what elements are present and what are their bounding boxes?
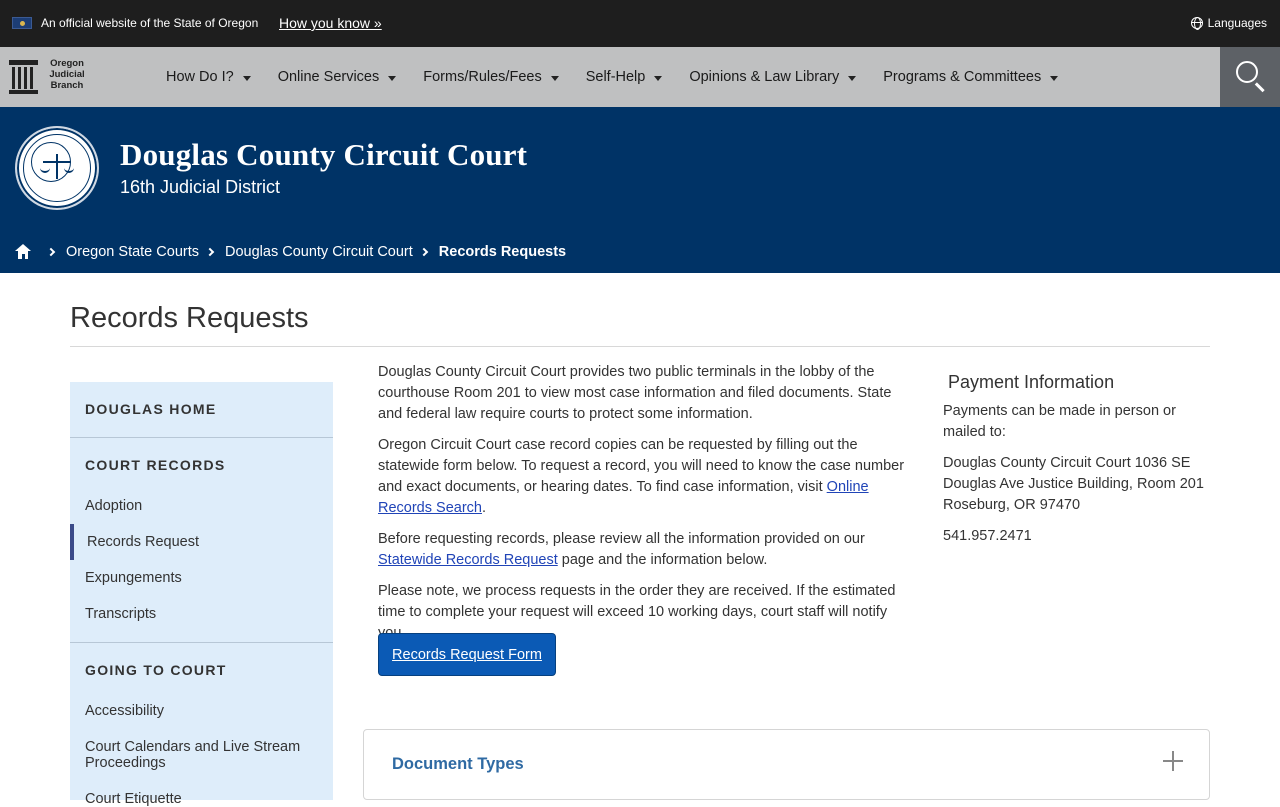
- accordion-label: Document Types: [392, 755, 524, 773]
- brand-logo-link[interactable]: Oregon Judicial Branch: [9, 57, 99, 97]
- caret-down-icon: [388, 75, 397, 81]
- search-icon: [1236, 61, 1258, 83]
- nav-item-programs-committees[interactable]: Programs & Committees: [883, 69, 1059, 85]
- payment-info: Payment Information Payments can be made…: [943, 362, 1208, 557]
- chevron-right-icon: [205, 247, 215, 257]
- chevron-right-icon: [419, 247, 429, 257]
- page-title: Records Requests: [70, 302, 309, 334]
- nav-item-self-help[interactable]: Self-Help: [586, 69, 663, 85]
- official-banner: An official website of the State of Oreg…: [0, 0, 1280, 47]
- court-title: Douglas County Circuit Court: [120, 137, 528, 172]
- sidebar-section-douglas-home[interactable]: DOUGLAS HOME: [85, 401, 217, 417]
- languages-button[interactable]: Languages: [1190, 16, 1267, 30]
- court-subtitle: 16th Judicial District: [120, 177, 281, 197]
- sidebar-item-court-calendars[interactable]: Court Calendars and Live Stream Proceedi…: [85, 739, 315, 771]
- how-you-know-link[interactable]: How you know »: [279, 15, 382, 31]
- courthouse-icon: [9, 60, 38, 94]
- payment-phone: 541.957.2471: [943, 528, 1032, 544]
- main-content: Douglas County Circuit Court provides tw…: [378, 362, 913, 654]
- payment-intro: Payments can be made in person or mailed…: [943, 403, 1176, 440]
- official-text: An official website of the State of Oreg…: [41, 16, 259, 30]
- statewide-records-request-link[interactable]: Statewide Records Request: [378, 552, 558, 568]
- review-paragraph: Before requesting records, please review…: [378, 531, 865, 568]
- nav-menu: How Do I? Online Services Forms/Rules/Fe…: [166, 47, 1085, 107]
- home-icon[interactable]: [14, 244, 32, 260]
- active-indicator: [70, 524, 74, 560]
- caret-down-icon: [1050, 75, 1059, 81]
- globe-icon: [1190, 17, 1203, 30]
- nav-item-forms-rules-fees[interactable]: Forms/Rules/Fees: [423, 69, 559, 85]
- caret-down-icon: [550, 75, 559, 81]
- chevron-right-icon: [46, 247, 56, 257]
- caret-down-icon: [242, 75, 251, 81]
- sidebar-divider: [70, 437, 333, 438]
- sidebar-nav: DOUGLAS HOME COURT RECORDS Adoption Reco…: [70, 382, 333, 807]
- sidebar-section-going-to-court[interactable]: GOING TO COURT: [85, 662, 227, 678]
- caret-down-icon: [848, 75, 857, 81]
- nav-item-online-services[interactable]: Online Services: [278, 69, 397, 85]
- brand-text: Oregon Judicial Branch: [49, 58, 85, 91]
- oregon-flag-icon: [12, 17, 32, 29]
- nav-item-how-do-i[interactable]: How Do I?: [166, 69, 251, 85]
- sidebar-item-adoption[interactable]: Adoption: [85, 498, 142, 514]
- court-header: Douglas County Circuit Court 16th Judici…: [0, 107, 1280, 273]
- judicial-department-seal: [15, 126, 99, 210]
- sidebar-item-transcripts[interactable]: Transcripts: [85, 606, 156, 622]
- payment-heading: Payment Information: [948, 372, 1115, 392]
- caret-down-icon: [654, 75, 663, 81]
- intro-paragraph: Douglas County Circuit Court provides tw…: [378, 364, 892, 422]
- sidebar-item-records-request[interactable]: Records Request: [87, 534, 199, 550]
- breadcrumb: Oregon State Courts Douglas County Circu…: [14, 244, 566, 260]
- payment-address: Douglas County Circuit Court 1036 SE Dou…: [943, 455, 1204, 513]
- title-divider: [70, 346, 1210, 347]
- copies-paragraph: Oregon Circuit Court case record copies …: [378, 437, 905, 516]
- main-navbar: Oregon Judicial Branch How Do I? Online …: [0, 47, 1280, 107]
- breadcrumb-oregon-state-courts[interactable]: Oregon State Courts: [66, 244, 199, 260]
- breadcrumb-douglas-county[interactable]: Douglas County Circuit Court: [225, 244, 413, 260]
- sidebar-item-court-etiquette[interactable]: Court Etiquette: [85, 791, 182, 807]
- sidebar-divider: [70, 642, 333, 643]
- languages-label: Languages: [1207, 16, 1267, 30]
- records-request-form-button[interactable]: Records Request Form: [378, 633, 556, 676]
- document-types-accordion[interactable]: Document Types: [363, 729, 1210, 800]
- nav-item-opinions-law-library[interactable]: Opinions & Law Library: [689, 69, 857, 85]
- expand-plus-icon: [1163, 751, 1183, 771]
- sidebar-section-court-records[interactable]: COURT RECORDS: [85, 457, 226, 473]
- sidebar-item-accessibility[interactable]: Accessibility: [85, 703, 164, 719]
- breadcrumb-current: Records Requests: [438, 244, 567, 260]
- sidebar-item-expungements[interactable]: Expungements: [85, 570, 182, 586]
- search-button[interactable]: [1220, 47, 1280, 107]
